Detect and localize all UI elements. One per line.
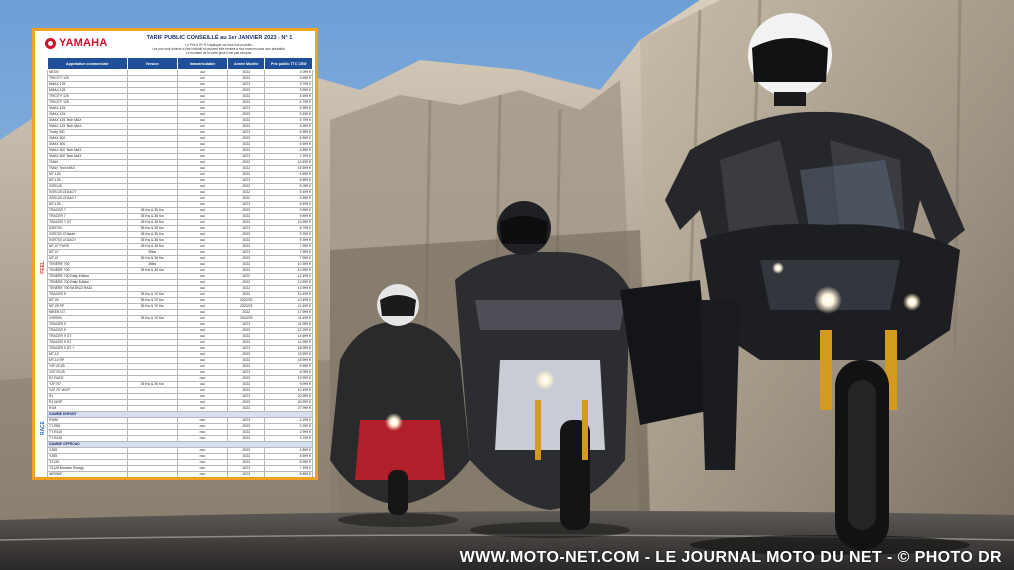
table-body: NEOS oui 2023 3 099 € TRICITY 125 oui 2023 3 69… <box>47 69 313 481</box>
column-header: Appellation commerciale <box>47 57 128 70</box>
price-table-wrapper: Appellation commerciale Version Immatric… <box>47 57 313 481</box>
column-header: Immatriculable <box>176 57 229 70</box>
watermark-credit: WWW.MOTO-NET.COM - LE JOURNAL MOTO DU NE… <box>459 549 1002 566</box>
table-header-row: Appellation commerciale Version Immatric… <box>47 57 313 70</box>
price-list-note: Le montant de la carte grise n'est pas c… <box>186 51 252 55</box>
brand-name: YAMAHA <box>59 37 108 49</box>
price-table: Appellation commerciale Version Immatric… <box>47 57 313 481</box>
model-name: YZ250 <box>48 478 128 481</box>
section-label-race: RACE <box>40 421 46 436</box>
table-row: YZ250 non 2023 8 999 € <box>48 478 313 481</box>
column-header: Année Modèle <box>227 57 266 70</box>
tuning-fork-icon <box>45 37 56 49</box>
version <box>127 478 177 481</box>
price-list-document: YAMAHA TARIF PUBLIC CONSEILLÉ au 1er JAN… <box>32 28 318 480</box>
price-list-title: TARIF PUBLIC CONSEILLÉ au 1er JANVIER 20… <box>146 35 293 41</box>
section-label-feel: FEEL <box>40 261 46 274</box>
registrable: non <box>177 478 227 481</box>
model-year: 2023 <box>228 478 265 481</box>
yamaha-logo: YAMAHA <box>45 37 107 49</box>
column-header: Version <box>126 57 178 70</box>
column-header: Prix public TTC CEM <box>264 57 313 70</box>
price: 8 999 € <box>265 478 313 481</box>
